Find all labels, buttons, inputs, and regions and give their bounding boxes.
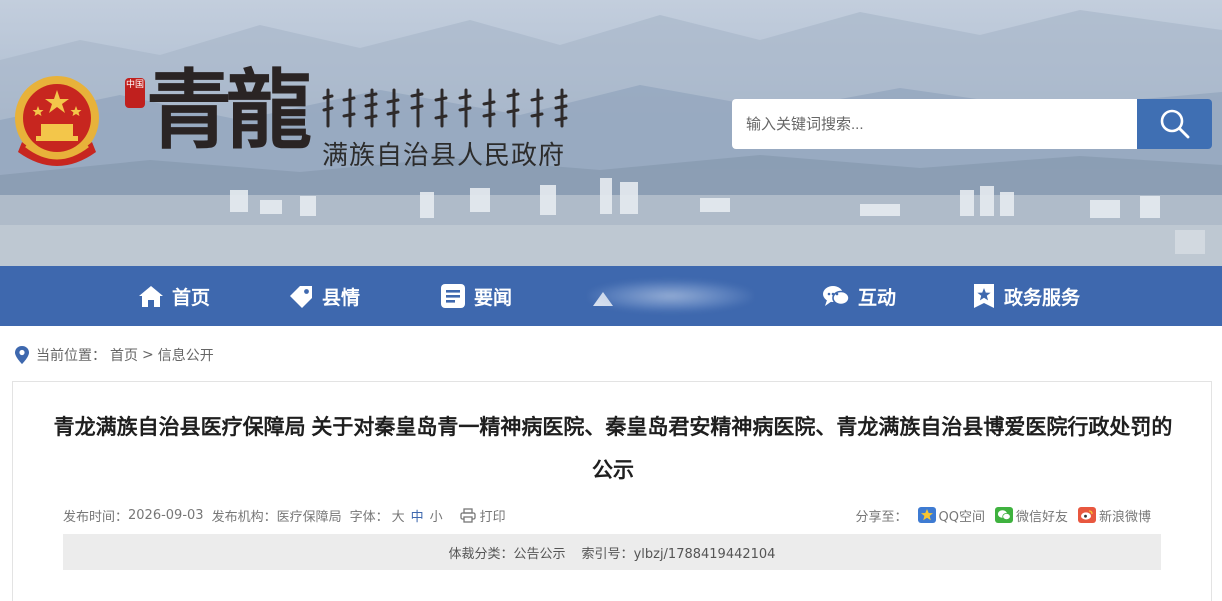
tag-icon [290, 286, 312, 308]
qzone-star-icon [917, 507, 936, 523]
nav-item-interaction[interactable]: 互动 [822, 266, 896, 326]
print-button[interactable]: 打印 [460, 506, 506, 525]
national-emblem-icon [15, 76, 99, 166]
share-qzone-label: QQ空间 [938, 509, 985, 525]
publish-date: 2026-09-03 [128, 507, 204, 523]
county-government-name: 满族自治县人民政府 [322, 141, 566, 171]
breadcrumb-home-link[interactable]: 首页 [110, 345, 138, 365]
nav-item-label: 政务服务 [1004, 286, 1081, 309]
news-icon [441, 284, 465, 308]
printer-icon [460, 507, 476, 523]
nav-item-label: 互动 [858, 286, 897, 309]
font-size-label: 字体： [349, 509, 389, 525]
share-label: 分享至： [855, 509, 908, 525]
share-wechat-label: 微信好友 [1015, 509, 1068, 525]
share-qzone-button[interactable]: QQ空间 [917, 506, 985, 525]
publisher: 医疗保障局 [276, 509, 342, 525]
nav-item-news[interactable]: 要闻 [440, 266, 512, 326]
breadcrumb: 当前位置： 首页 > 信息公开 [14, 344, 218, 366]
share-weibo-label: 新浪微博 [1098, 509, 1151, 525]
share-weibo-button[interactable]: 新浪微博 [1077, 506, 1151, 525]
search-button[interactable] [1137, 99, 1212, 149]
breadcrumb-separator: > [142, 347, 154, 363]
breadcrumb-prefix: 当前位置： [36, 348, 106, 364]
index-value: ylbzj/1788419442104 [633, 546, 776, 562]
category-value: 公告公示 [513, 546, 566, 562]
article-title: 青龙满族自治县医疗保障局 关于对秦皇岛青一精神病医院、秦皇岛君安精神病医院、青龙… [53, 416, 1173, 482]
category-label: 体裁分类： [448, 546, 514, 562]
nav-item-label: 要闻 [474, 286, 513, 309]
breadcrumb-current[interactable]: 信息公开 [158, 345, 214, 365]
nav-item-label: 首页 [172, 286, 211, 309]
font-size-small[interactable]: 小 [430, 506, 443, 525]
nav-item-gov-services[interactable]: 政务服务 [972, 266, 1080, 326]
search-input[interactable] [732, 99, 1137, 149]
search-box [732, 99, 1212, 149]
nav-item-home[interactable]: 首页 [138, 266, 210, 326]
nav-item-label: 县情 [322, 286, 361, 309]
weibo-icon [1077, 507, 1096, 523]
font-size-medium[interactable]: 中 [411, 506, 424, 525]
publish-date-label: 发布时间： [63, 509, 129, 525]
seal-stamp: 中国 [125, 78, 145, 108]
print-label: 打印 [479, 509, 506, 525]
share-bar: 分享至： QQ空间 微信好友 新浪微博 [855, 505, 1151, 525]
header-banner: 中国 青龍 满族自治县人民政府 [0, 0, 1222, 266]
publisher-label: 发布机构： [211, 509, 277, 525]
location-pin-icon [15, 346, 29, 364]
chat-icon [823, 286, 850, 306]
mongolian-script-logo [322, 88, 568, 128]
wechat-icon [994, 507, 1013, 523]
article-meta: 发布时间： 2026-09-03 发布机构： 医疗保障局 字体： 大 中 小 打… [63, 505, 506, 525]
search-icon [1160, 109, 1189, 139]
calligraphy-logo: 青龍 [146, 60, 312, 161]
article-panel: 青龙满族自治县医疗保障局 关于对秦皇岛青一精神病医院、秦皇岛君安精神病医院、青龙… [12, 381, 1212, 601]
article-info-bar: 体裁分类：公告公示 索引号：ylbzj/1788419442104 [63, 534, 1161, 570]
share-wechat-button[interactable]: 微信好友 [994, 506, 1068, 525]
font-size-large[interactable]: 大 [392, 506, 405, 525]
nav-blur-overlay [588, 280, 753, 312]
star-badge-icon [974, 284, 994, 308]
nav-item-county-info[interactable]: 县情 [288, 266, 360, 326]
index-label: 索引号： [581, 546, 634, 562]
home-icon [139, 286, 163, 307]
